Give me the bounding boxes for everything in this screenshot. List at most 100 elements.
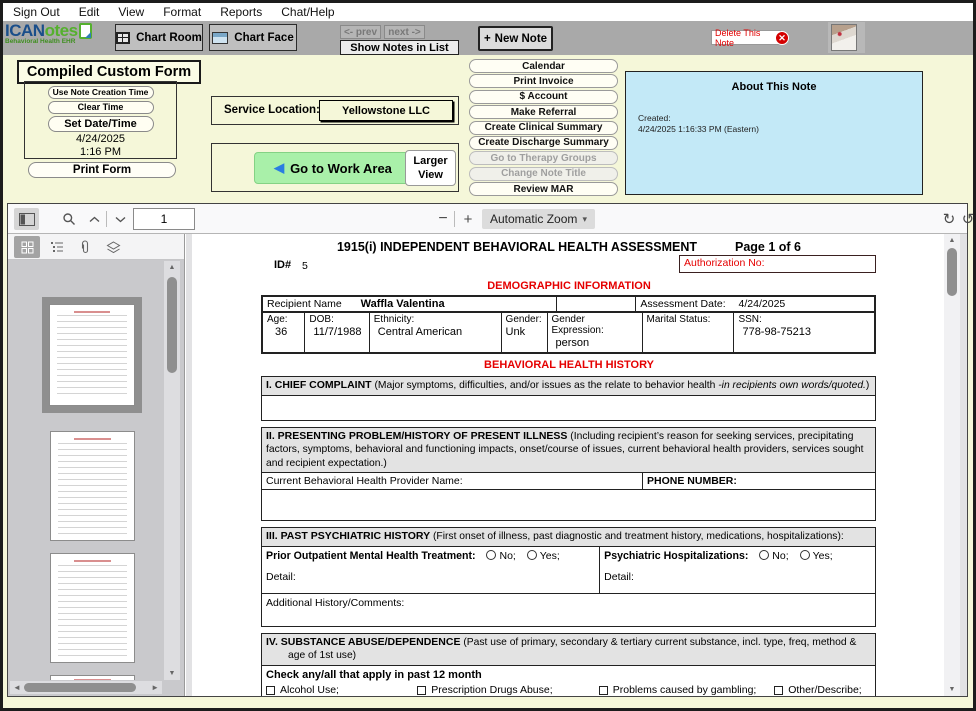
thumbnail-content: [58, 565, 128, 656]
sidebar-toggle-button[interactable]: [14, 208, 39, 230]
gender-value: Unk: [506, 325, 543, 340]
delete-this-note-button[interactable]: Delete This Note ✕: [711, 30, 781, 45]
chart-face-button[interactable]: Chart Face: [209, 24, 297, 51]
next-page-button[interactable]: [111, 208, 129, 230]
next-note-button[interactable]: next ->: [384, 25, 425, 39]
create-clinical-summary-button[interactable]: Create Clinical Summary: [469, 121, 618, 135]
menu-reports[interactable]: Reports: [220, 5, 262, 19]
note-date: 4/24/2025: [25, 133, 176, 145]
scroll-up-icon[interactable]: ▲: [164, 264, 180, 271]
ethnicity-value: Central American: [374, 325, 497, 340]
recipient-name-cell: Recipient Name Waffla Valentina: [262, 296, 556, 312]
about-created-value: 4/24/2025 1:16:33 PM (Eastern): [638, 124, 922, 134]
section-2-header: II. PRESENTING PROBLEM/HISTORY OF PRESEN…: [262, 428, 875, 473]
create-discharge-summary-button[interactable]: Create Discharge Summary: [469, 136, 618, 150]
hospitalizations-cell: Psychiatric Hospitalizations: No; Yes; D…: [599, 547, 875, 593]
zoom-out-button[interactable]: −: [435, 208, 451, 230]
section-1-input-area[interactable]: [262, 396, 875, 420]
authorization-no-field[interactable]: Authorization No:: [679, 255, 876, 273]
hospitalizations-no-radio[interactable]: [759, 550, 769, 560]
delete-x-icon[interactable]: ✕: [775, 31, 789, 45]
prescription-drugs-label: Prescription Drugs Abuse;: [431, 684, 552, 696]
scroll-down-icon[interactable]: ▼: [164, 670, 180, 677]
note-photo-thumbnail[interactable]: [831, 24, 857, 51]
form-page-label: Page 1 of 6: [735, 240, 801, 254]
page-scrollbar-thumb[interactable]: [947, 248, 957, 296]
sidebar-vertical-scrollbar[interactable]: ▲ ▼: [164, 261, 180, 680]
thumbnail-content: [74, 679, 111, 680]
zoom-mode-value: Automatic Zoom: [490, 212, 577, 226]
outline-tab[interactable]: [44, 236, 70, 258]
gambling-problems-checkbox[interactable]: [599, 686, 608, 695]
sidebar-scrollbar-thumb[interactable]: [167, 277, 177, 373]
outpatient-no-radio[interactable]: [486, 550, 496, 560]
make-referral-button[interactable]: Make Referral: [469, 105, 618, 119]
show-notes-in-list-button[interactable]: Show Notes in List: [340, 40, 459, 55]
about-note-title: About This Note: [626, 81, 922, 93]
prescription-drugs-checkbox[interactable]: [417, 686, 426, 695]
thumbnail-content: [57, 315, 128, 399]
rotate-counterclockwise-button[interactable]: ↺: [960, 208, 976, 230]
sidebar-horizontal-scrollbar[interactable]: ◄ ►: [10, 681, 162, 694]
pdf-body: ▲ ▼ ◄ ► 1915(i) INDEPENDENT BEHAVIORAL H…: [8, 234, 967, 696]
use-note-creation-time-button[interactable]: Use Note Creation Time: [48, 86, 154, 99]
menu-sign-out[interactable]: Sign Out: [13, 5, 60, 19]
thumbnail-page-1-selected[interactable]: [42, 297, 142, 413]
account-button[interactable]: $ Account: [469, 90, 618, 104]
menu-bar: Sign Out Edit View Format Reports Chat/H…: [3, 3, 973, 21]
provider-name-label: Current Behavioral Health Provider Name:: [262, 473, 642, 489]
page-number-input[interactable]: [133, 208, 195, 230]
new-note-button[interactable]: + New Note: [478, 26, 553, 51]
yes-label: Yes;: [813, 550, 833, 562]
attachments-tab[interactable]: [72, 236, 98, 258]
sidebar-hscrollbar-thumb[interactable]: [24, 683, 136, 692]
thumbnails-tab[interactable]: [14, 236, 40, 258]
zoom-mode-select[interactable]: Automatic Zoom ▾: [482, 209, 595, 229]
calendar-button[interactable]: Calendar: [469, 59, 618, 73]
larger-view-button[interactable]: Larger View: [405, 150, 456, 186]
print-invoice-button[interactable]: Print Invoice: [469, 74, 618, 88]
review-mar-button[interactable]: Review MAR: [469, 182, 618, 196]
sidebar-tabs: [8, 234, 184, 260]
scroll-left-icon[interactable]: ◄: [13, 683, 21, 692]
dob-label: DOB:: [309, 314, 364, 325]
page-vertical-scrollbar[interactable]: ▲ ▼: [944, 234, 960, 696]
scroll-up-icon[interactable]: ▲: [944, 237, 960, 244]
chart-room-button[interactable]: Chart Room: [115, 24, 203, 51]
go-to-work-area-button[interactable]: ◀ Go to Work Area: [254, 152, 412, 184]
rotate-clockwise-button[interactable]: ↻: [941, 208, 957, 230]
previous-page-button[interactable]: [85, 208, 103, 230]
zoom-in-button[interactable]: +: [460, 208, 476, 230]
thumbnail-page-3[interactable]: [50, 553, 135, 663]
thumbnail-page-4[interactable]: [50, 675, 135, 680]
logo-tagline: Behavioral Health EHR: [5, 38, 111, 45]
other-describe-checkbox[interactable]: [774, 686, 783, 695]
marital-status-value: [647, 325, 730, 340]
section-2-input-area[interactable]: [262, 490, 875, 520]
rotate-counterclockwise-icon: ↺: [962, 210, 975, 228]
service-location-value[interactable]: Yellowstone LLC: [319, 100, 453, 121]
note-time: 1:16 PM: [25, 146, 176, 158]
menu-chat-help[interactable]: Chat/Help: [281, 5, 334, 19]
scroll-down-icon[interactable]: ▼: [944, 686, 960, 693]
prev-note-button[interactable]: <- prev: [340, 25, 381, 39]
age-value: 36: [267, 325, 300, 340]
scroll-right-icon[interactable]: ►: [151, 683, 159, 692]
section-3-title: III. PAST PSYCHIATRIC HISTORY: [266, 530, 430, 542]
clear-time-button[interactable]: Clear Time: [48, 101, 154, 114]
alcohol-use-checkbox[interactable]: [266, 686, 275, 695]
menu-format[interactable]: Format: [163, 5, 201, 19]
thumbnail-page-1[interactable]: [49, 304, 135, 406]
search-button[interactable]: [58, 208, 80, 230]
thumbnail-page-2[interactable]: [50, 431, 135, 541]
thumbnail-list: [8, 261, 160, 680]
print-form-button[interactable]: Print Form: [28, 162, 176, 178]
menu-view[interactable]: View: [118, 5, 144, 19]
set-date-time-button[interactable]: Set Date/Time: [48, 116, 154, 132]
hospitalizations-yes-radio[interactable]: [800, 550, 810, 560]
section-3-desc: (First onset of illness, past diagnostic…: [430, 531, 844, 542]
menu-edit[interactable]: Edit: [79, 5, 100, 19]
layers-tab[interactable]: [100, 236, 126, 258]
thumbnail-content: [74, 438, 111, 440]
outpatient-yes-radio[interactable]: [527, 550, 537, 560]
